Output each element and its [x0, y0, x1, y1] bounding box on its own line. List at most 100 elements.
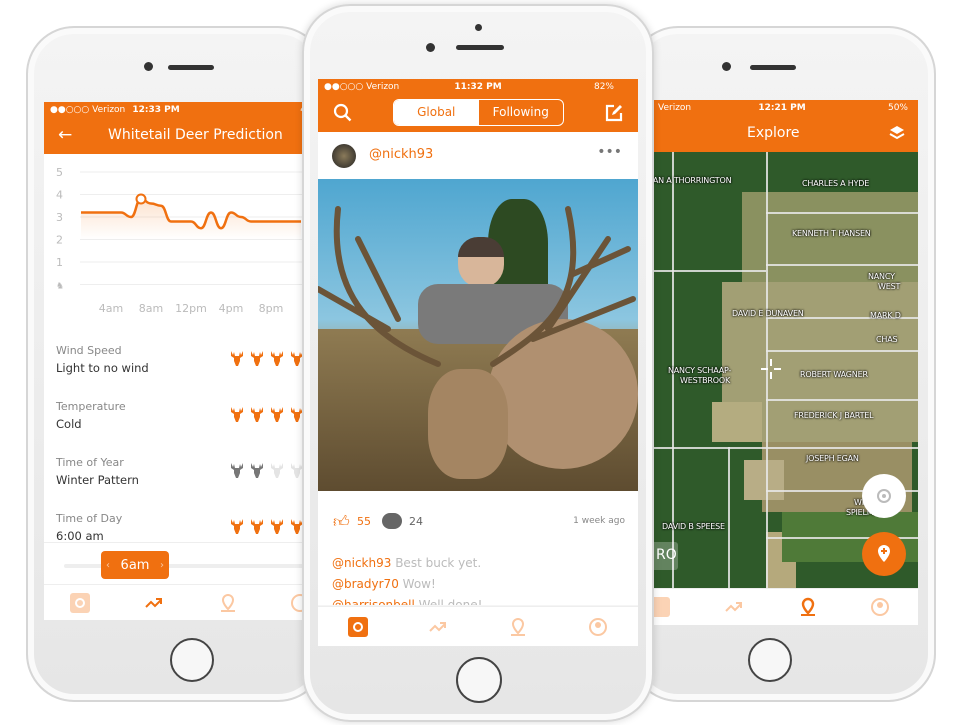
- post-photo[interactable]: [318, 179, 638, 491]
- post-time: 1 week ago: [573, 516, 625, 526]
- camera: [144, 62, 153, 71]
- comment-user[interactable]: @bradyr70: [332, 577, 399, 591]
- header: Explore: [632, 116, 918, 152]
- x-tick-label: 4am: [99, 302, 123, 315]
- comment-text: Best buck yet.: [395, 556, 482, 570]
- search-icon[interactable]: [333, 103, 353, 123]
- map-pin-tab-icon[interactable]: [218, 593, 238, 613]
- parcel-owner-label[interactable]: FREDERICK J BARTEL: [794, 411, 874, 420]
- camera: [426, 43, 435, 52]
- like-count: 55: [357, 515, 371, 528]
- chevron-left-icon[interactable]: ‹: [106, 560, 110, 571]
- comment: @harrisonbell Well done!: [332, 595, 624, 605]
- add-pin-button[interactable]: [862, 532, 906, 576]
- deer-rating-icon: [230, 350, 244, 371]
- slider-value: 6am: [120, 557, 150, 573]
- map-pin-tab-icon[interactable]: [508, 617, 528, 637]
- y-tick-label: 5: [56, 166, 63, 179]
- y-tick-label: 1: [56, 256, 63, 269]
- profile-tab-icon[interactable]: [588, 617, 608, 637]
- explore-screen: Verizon 12:21 PM 50% Explore DEAN A THOR…: [632, 100, 918, 625]
- trending-tab-icon[interactable]: [144, 593, 164, 613]
- parcel-owner-label[interactable]: NANCY: [868, 272, 895, 281]
- trending-tab-icon[interactable]: [428, 617, 448, 637]
- speaker: [456, 45, 504, 50]
- prediction-screen: ●●○○○ Verizon 12:33 PM 4 ← Whitetail Dee…: [44, 102, 318, 620]
- profile-tab-icon[interactable]: [870, 597, 890, 617]
- factor-row: Temperature Cold: [56, 400, 318, 440]
- comment: @nickh93 Best buck yet.: [332, 553, 624, 574]
- prediction-chart: 5 4 3 2 1 ♞ 4am 8am 12pm 4pm 8pm: [56, 166, 318, 315]
- add-pin-icon: [878, 545, 890, 562]
- tab-bar: [632, 588, 918, 625]
- post-header: @nickh93 •••: [318, 132, 638, 179]
- comment-count: 24: [409, 515, 423, 528]
- time-slider[interactable]: ‹ 6am ›: [44, 542, 318, 586]
- parcel-owner-label[interactable]: DAVID B SPEESE: [662, 522, 725, 531]
- post-actions: 👍︎ 55 24 1 week ago: [318, 491, 638, 553]
- arrow-left-icon[interactable]: ←: [58, 125, 72, 145]
- parcel-owner-label[interactable]: ROBERT WAGNER: [800, 370, 868, 379]
- page-title: Whitetail Deer Prediction: [108, 127, 283, 143]
- comment-icon[interactable]: [382, 513, 402, 529]
- deer-rating-icon: [230, 518, 244, 539]
- comment-text: Well done!: [418, 598, 483, 605]
- clock: 12:33 PM: [132, 105, 180, 115]
- selected-point[interactable]: [135, 193, 147, 205]
- deer-rating-icon: [230, 406, 244, 427]
- map-pin-tab-icon[interactable]: [798, 597, 818, 617]
- front-sensor: [475, 24, 482, 31]
- parcel-owner-label[interactable]: DEAN A THORRINGTON: [642, 176, 732, 185]
- chevron-right-icon[interactable]: ›: [160, 560, 164, 571]
- status-bar: Verizon 12:21 PM 50%: [632, 100, 918, 116]
- parcel-owner-label[interactable]: MARK D: [870, 311, 901, 320]
- tab-following[interactable]: Following: [479, 100, 564, 125]
- home-button[interactable]: [170, 638, 214, 682]
- x-tick-label: 8am: [139, 302, 163, 315]
- tab-bar: [44, 584, 318, 620]
- locate-button[interactable]: [862, 474, 906, 518]
- like-icon[interactable]: 👍︎: [333, 512, 350, 532]
- target-icon: [877, 489, 891, 503]
- y-tick-label: 2: [56, 234, 63, 247]
- chart-area: [81, 199, 301, 240]
- parcel-owner-label[interactable]: CHARLES A HYDE: [802, 179, 869, 188]
- y-tick-label: 3: [56, 211, 63, 224]
- compose-icon[interactable]: [604, 103, 624, 123]
- home-button[interactable]: [456, 657, 502, 703]
- parcel-owner-label[interactable]: CHAS: [876, 335, 898, 344]
- comment-user[interactable]: @harrisonbell: [332, 598, 415, 605]
- deer-rating-icon: [230, 462, 244, 483]
- comment-user[interactable]: @nickh93: [332, 556, 391, 570]
- parcel-owner-label[interactable]: WEST: [878, 282, 900, 291]
- layers-icon[interactable]: [888, 124, 906, 142]
- clock: 11:32 PM: [454, 82, 502, 92]
- feed-toggle: Global Following: [393, 99, 564, 126]
- deer-rating-icon: [270, 518, 284, 539]
- x-tick-label: 12pm: [175, 302, 207, 315]
- slider-handle[interactable]: ‹ 6am ›: [101, 551, 169, 579]
- deer-rating-icon: [250, 518, 264, 539]
- factor-row: Wind Speed Light to no wind: [56, 344, 318, 384]
- parcel-owner-label[interactable]: NANCY SCHAAP-: [668, 366, 731, 375]
- tab-global[interactable]: Global: [394, 100, 479, 125]
- home-button[interactable]: [748, 638, 792, 682]
- satellite-map[interactable]: DEAN A THORRINGTON CHARLES A HYDE KENNETH …: [632, 152, 918, 588]
- deer-icon: ♞: [56, 282, 64, 292]
- camera-tab-icon[interactable]: [70, 593, 90, 613]
- comment: @bradyr70 Wow!: [332, 574, 624, 595]
- deer-rating-icon: [250, 350, 264, 371]
- crosshair-icon: [761, 359, 781, 379]
- avatar[interactable]: [332, 144, 356, 168]
- parcel-owner-label[interactable]: JOSEPH EGAN: [806, 454, 859, 463]
- camera-tab-icon[interactable]: [348, 617, 368, 637]
- more-options-icon[interactable]: •••: [597, 144, 622, 160]
- comment-text: Wow!: [402, 577, 436, 591]
- parcel-owner-label[interactable]: KENNETH T HANSEN: [792, 229, 871, 238]
- post-username[interactable]: @nickh93: [369, 147, 433, 162]
- parcel-owner-label[interactable]: WESTBROOK: [680, 376, 730, 385]
- deer-rating-icon: [270, 350, 284, 371]
- parcel-owner-label[interactable]: DAVID E DUNAVEN: [732, 309, 804, 318]
- trending-tab-icon[interactable]: [724, 597, 744, 617]
- deer-rating-icon: [270, 462, 284, 483]
